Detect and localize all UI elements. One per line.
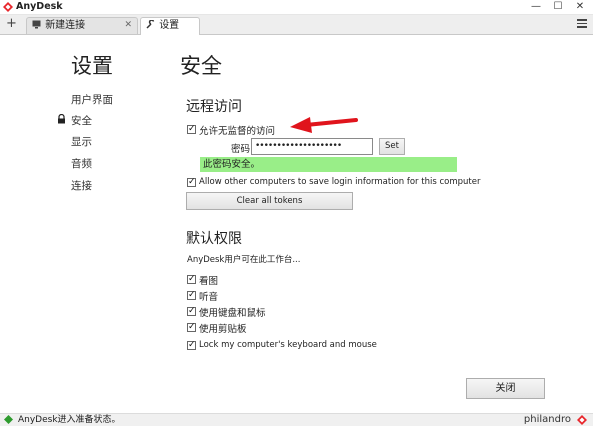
philandro-logo-icon bbox=[577, 415, 587, 425]
unattended-access-label: 允许无监督的访问 bbox=[199, 126, 276, 137]
lock-icon bbox=[58, 114, 65, 124]
nav-item-connection[interactable]: 连接 bbox=[71, 178, 92, 193]
tab-settings[interactable]: 设置 bbox=[140, 17, 200, 35]
title-bar: AnyDesk — ☐ ✕ bbox=[0, 0, 593, 15]
perm-clipboard-checkbox[interactable]: ✓ bbox=[187, 323, 196, 332]
ready-status-icon bbox=[4, 415, 13, 424]
close-settings-button[interactable]: 关闭 bbox=[466, 378, 545, 399]
perm-audio-checkbox[interactable]: ✓ bbox=[187, 291, 196, 300]
minimize-button[interactable]: — bbox=[525, 0, 547, 14]
close-tab-icon[interactable]: ✕ bbox=[124, 18, 132, 33]
perm-lock-input-checkbox[interactable]: ✓ bbox=[187, 341, 196, 350]
red-arrow-icon bbox=[290, 117, 358, 133]
nav-item-security[interactable]: 安全 bbox=[71, 113, 92, 128]
tab-bar: + 新建连接 ✕ 设置 bbox=[0, 15, 593, 35]
nav-item-ui[interactable]: 用户界面 bbox=[71, 92, 113, 107]
permissions-description: AnyDesk用户可在此工作台... bbox=[187, 255, 301, 265]
perm-audio-label: 听音 bbox=[199, 292, 219, 303]
status-text: AnyDesk进入准备状态。 bbox=[18, 415, 121, 425]
perm-lock-input-label: Lock my computer's keyboard and mouse bbox=[199, 340, 377, 350]
tab-label: 新建连接 bbox=[45, 20, 86, 31]
status-bar: AnyDesk进入准备状态。 philandro bbox=[0, 413, 593, 426]
clear-tokens-button[interactable]: Clear all tokens bbox=[186, 192, 353, 210]
window-title: AnyDesk bbox=[16, 1, 63, 12]
close-window-button[interactable]: ✕ bbox=[569, 0, 591, 14]
perm-view-label: 看图 bbox=[199, 276, 219, 287]
password-label: 密码: bbox=[231, 144, 254, 155]
tab-new-connection[interactable]: 新建连接 ✕ bbox=[26, 17, 138, 34]
hamburger-menu-icon[interactable] bbox=[577, 17, 587, 30]
save-login-label: Allow other computers to save login info… bbox=[199, 177, 481, 187]
maximize-button[interactable]: ☐ bbox=[547, 0, 569, 14]
default-permissions-heading: 默认权限 bbox=[186, 231, 242, 247]
save-login-checkbox[interactable]: ✓ bbox=[187, 178, 196, 187]
password-input[interactable]: •••••••••••••••••••• bbox=[251, 138, 373, 155]
password-strength-indicator: 此密码安全。 bbox=[200, 157, 457, 172]
anydesk-logo-icon bbox=[3, 2, 13, 12]
nav-title: 设置 bbox=[71, 54, 113, 78]
perm-keyboard-mouse-checkbox[interactable]: ✓ bbox=[187, 307, 196, 316]
remote-access-heading: 远程访问 bbox=[186, 99, 242, 115]
perm-keyboard-mouse-label: 使用键盘和鼠标 bbox=[199, 308, 266, 319]
add-tab-button[interactable]: + bbox=[6, 16, 17, 31]
philandro-brand: philandro bbox=[523, 414, 571, 425]
wrench-icon bbox=[146, 20, 155, 29]
perm-view-checkbox[interactable]: ✓ bbox=[187, 275, 196, 284]
nav-item-audio[interactable]: 音频 bbox=[71, 156, 92, 171]
tab-label: 设置 bbox=[159, 20, 180, 31]
unattended-access-checkbox[interactable]: ✓ bbox=[187, 125, 196, 134]
set-password-button[interactable]: Set bbox=[379, 138, 405, 155]
nav-item-display[interactable]: 显示 bbox=[71, 134, 92, 149]
perm-clipboard-label: 使用剪贴板 bbox=[199, 324, 247, 335]
monitor-icon bbox=[32, 20, 41, 29]
page-title: 安全 bbox=[180, 54, 222, 78]
